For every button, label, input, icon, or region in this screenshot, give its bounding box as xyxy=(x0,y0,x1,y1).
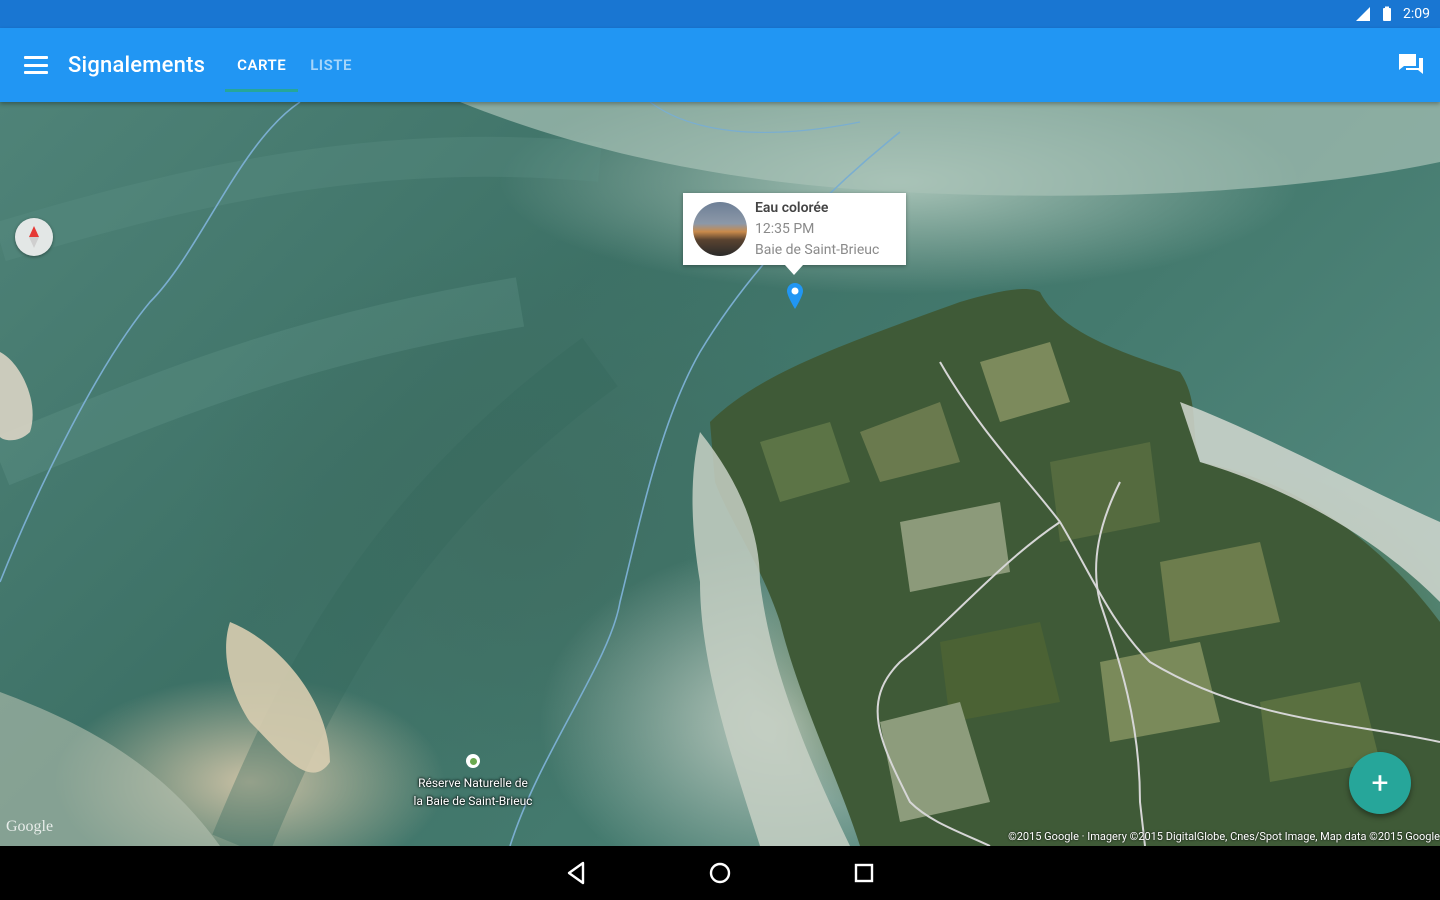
signal-icon xyxy=(1355,6,1371,22)
menu-icon xyxy=(24,56,48,74)
recents-icon xyxy=(854,863,874,883)
menu-button[interactable] xyxy=(0,28,72,102)
chat-button[interactable] xyxy=(1394,48,1428,82)
map-attribution: ©2015 Google · Imagery ©2015 DigitalGlob… xyxy=(1008,830,1440,843)
status-time: 2:09 xyxy=(1403,6,1430,22)
add-icon: + xyxy=(1371,765,1389,801)
marker-info-window[interactable]: Eau colorée 12:35 PM Baie de Saint-Brieu… xyxy=(683,193,906,275)
poi-label-line2: la Baie de Saint-Brieuc xyxy=(413,794,533,808)
app-title: Signalements xyxy=(68,52,206,78)
home-button[interactable] xyxy=(700,853,740,893)
google-logo: Google xyxy=(6,818,54,835)
info-text: Eau colorée 12:35 PM Baie de Saint-Brieu… xyxy=(755,198,879,261)
compass-icon xyxy=(29,226,39,248)
poi-label-line1: Réserve Naturelle de xyxy=(418,776,528,790)
battery-icon xyxy=(1379,6,1395,22)
tab-bar: CARTE LISTE xyxy=(225,28,364,102)
tab-liste[interactable]: LISTE xyxy=(298,28,364,102)
back-button[interactable] xyxy=(556,853,596,893)
back-icon xyxy=(567,861,585,885)
poi-label[interactable]: Réserve Naturelle de la Baie de Saint-Br… xyxy=(398,774,548,810)
chat-icon xyxy=(1399,54,1423,74)
report-thumbnail xyxy=(693,202,747,256)
report-time: 12:35 PM xyxy=(755,220,815,237)
map-view[interactable]: Eau colorée 12:35 PM Baie de Saint-Brieu… xyxy=(0,102,1440,846)
add-report-button[interactable]: + xyxy=(1349,752,1411,814)
status-bar: 2:09 xyxy=(0,0,1440,28)
system-nav-bar xyxy=(0,846,1440,900)
poi-marker[interactable] xyxy=(466,754,480,768)
location-pin-icon[interactable] xyxy=(787,283,803,309)
app-bar: Signalements CARTE LISTE xyxy=(0,28,1440,102)
compass-button[interactable] xyxy=(15,218,53,256)
home-icon xyxy=(709,862,731,884)
report-location: Baie de Saint-Brieuc xyxy=(755,241,880,258)
recents-button[interactable] xyxy=(844,853,884,893)
tab-carte[interactable]: CARTE xyxy=(225,28,299,102)
report-title: Eau colorée xyxy=(755,199,829,216)
